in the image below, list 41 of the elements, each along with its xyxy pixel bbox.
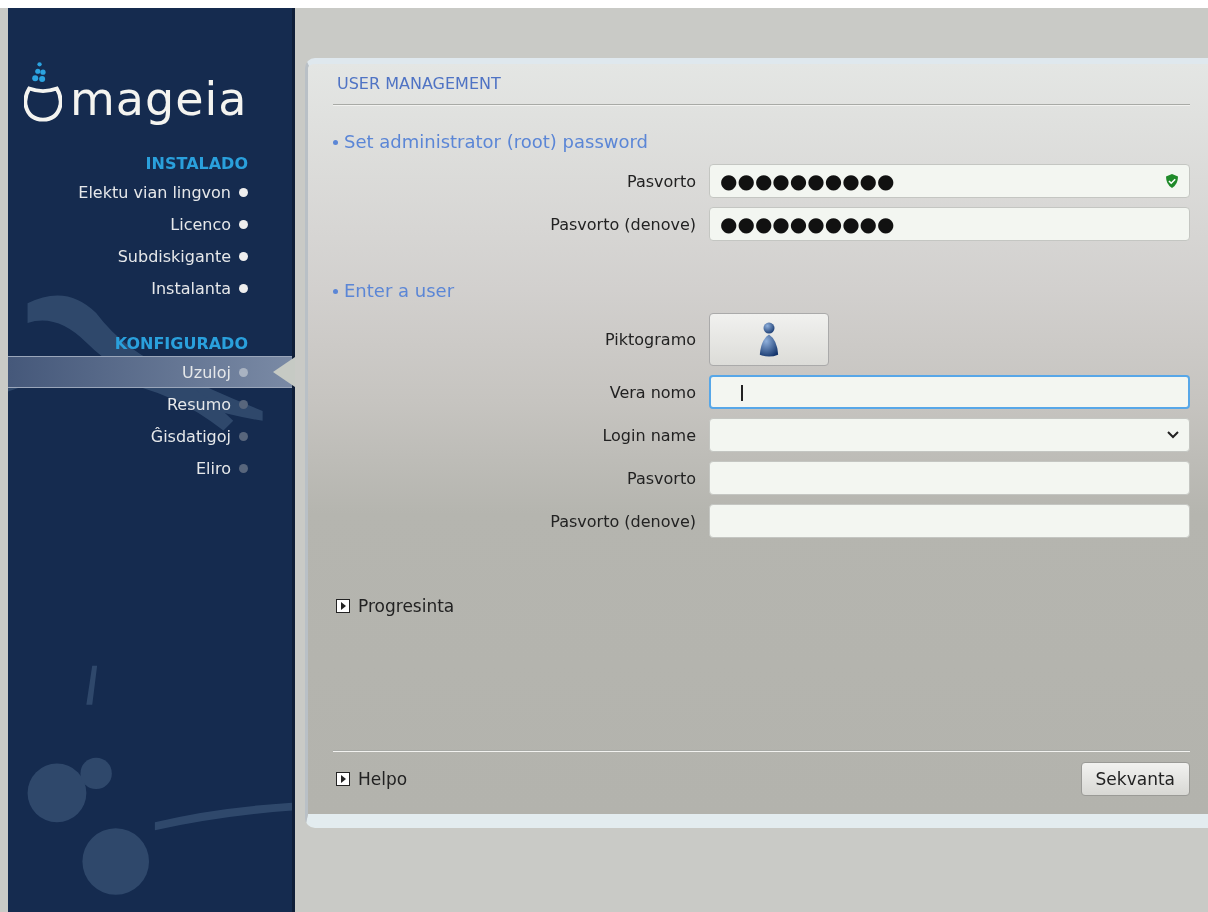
step-item: Subdiskigante bbox=[8, 240, 292, 272]
section-heading: INSTALADO bbox=[144, 153, 249, 175]
step-item: Licenco bbox=[8, 208, 292, 240]
login-name-combo[interactable] bbox=[709, 418, 1190, 452]
text-cursor-icon bbox=[741, 385, 743, 401]
field-label: Pasvorto bbox=[626, 468, 696, 488]
field-label: Pasvorto bbox=[626, 171, 696, 191]
next-button[interactable]: Sekvanta bbox=[1080, 762, 1190, 796]
input-field[interactable]: ●●●●●●●●●● bbox=[709, 207, 1190, 241]
section-heading: Enter a user bbox=[344, 279, 455, 303]
bullet-icon bbox=[333, 288, 338, 294]
step-item: Uzuloj bbox=[8, 356, 292, 388]
input-field[interactable]: ●●●●●●●●●● bbox=[709, 164, 1190, 198]
section-heading: Set administrator (root) password bbox=[344, 130, 649, 154]
step-item: Eliro bbox=[8, 452, 292, 484]
field-label: Piktogramo bbox=[604, 330, 696, 349]
expander-icon[interactable] bbox=[336, 599, 350, 613]
input-field[interactable] bbox=[709, 504, 1190, 538]
chevron-down-icon bbox=[1167, 431, 1179, 439]
step-item: Resumo bbox=[8, 388, 292, 420]
step-item: Ĝisdatigoj bbox=[8, 420, 292, 452]
bullet-icon bbox=[333, 139, 338, 145]
field-label: Vera nomo bbox=[608, 382, 696, 402]
password-dots: ●●●●●●●●●● bbox=[720, 169, 896, 193]
help-expander[interactable]: Helpo bbox=[358, 769, 408, 789]
cauldron-logo-icon bbox=[24, 60, 62, 124]
advanced-expander[interactable]: Progresinta bbox=[358, 596, 455, 616]
step-item: Instalanta bbox=[8, 272, 292, 304]
input-field[interactable] bbox=[709, 375, 1190, 409]
password-dots: ●●●●●●●●●● bbox=[720, 212, 896, 236]
input-field[interactable] bbox=[709, 461, 1190, 495]
expander-icon[interactable] bbox=[336, 772, 350, 786]
field-label: Login name bbox=[601, 425, 696, 445]
user-icon bbox=[758, 320, 780, 359]
field-label: Pasvorto (denove) bbox=[549, 511, 696, 531]
page-title: USER MANAGEMENT bbox=[336, 73, 502, 95]
field-label: Pasvorto (denove) bbox=[549, 214, 696, 234]
logo-text: mageia bbox=[70, 76, 248, 124]
avatar-button[interactable] bbox=[709, 313, 829, 366]
step-item: Elektu vian lingvon bbox=[8, 176, 292, 208]
section-heading: KONFIGURADO bbox=[113, 333, 249, 355]
